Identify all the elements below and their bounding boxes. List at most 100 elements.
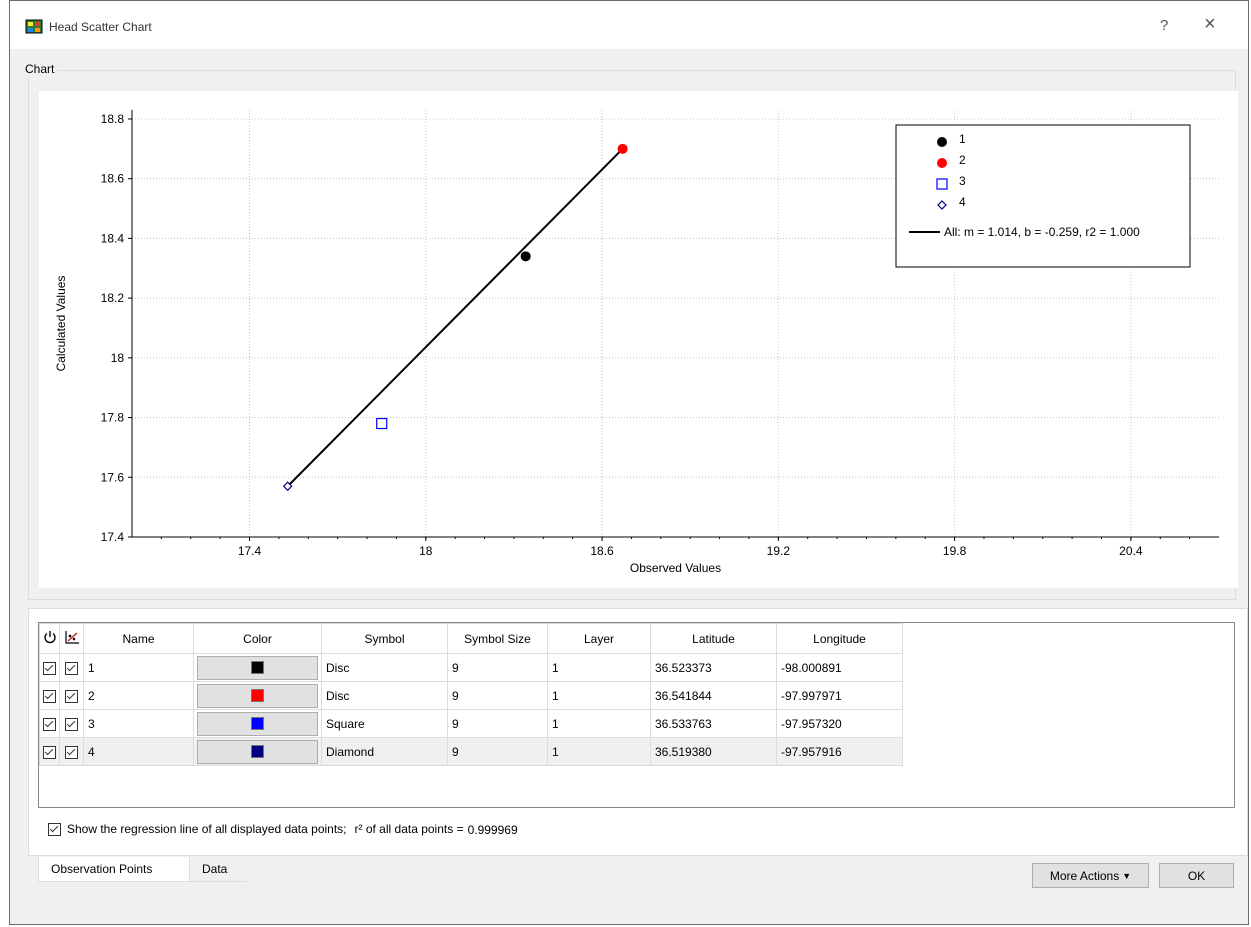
cell-layer[interactable]: 1 [547, 653, 651, 682]
visibility-checkbox[interactable] [43, 661, 56, 675]
dialog-window: Head Scatter Chart ? × Chart 17.4 17.6 17.… [9, 0, 1249, 925]
cell-name[interactable]: 4 [83, 737, 194, 766]
cell-color[interactable] [193, 681, 322, 710]
color-picker-button[interactable] [197, 683, 318, 708]
y-tick-label: 18.4 [101, 231, 125, 245]
x-tick-label: 20.4 [1119, 544, 1143, 558]
help-button[interactable]: ? [1160, 17, 1168, 34]
x-axis-title: Observed Values [630, 561, 721, 575]
legend-label: 4 [959, 195, 966, 209]
cell-name[interactable]: 3 [83, 709, 194, 738]
regression-line [286, 148, 624, 487]
cell-layer[interactable]: 1 [547, 681, 651, 710]
observation-table-container: Name Color Symbol Symbol Size Layer Lati… [38, 622, 1235, 808]
regression-line-label: Show the regression line of all displaye… [67, 822, 347, 836]
cell-longitude[interactable]: -98.000891 [776, 653, 903, 682]
table-row[interactable]: 3 Square 9 1 36.533763 -97.957320 [39, 709, 903, 738]
legend-label: 3 [959, 174, 966, 188]
tab-data[interactable]: Data [190, 857, 247, 882]
column-header-symbol[interactable]: Symbol [321, 623, 448, 654]
color-picker-button[interactable] [197, 739, 318, 764]
ok-button[interactable]: OK [1159, 863, 1234, 888]
include-cell[interactable] [59, 737, 84, 766]
cell-layer[interactable]: 1 [547, 709, 651, 738]
table-row[interactable]: 1 Disc 9 1 36.523373 -98.000891 [39, 653, 903, 682]
cell-name[interactable]: 2 [83, 681, 194, 710]
include-cell[interactable] [59, 709, 84, 738]
legend-marker-2 [937, 158, 947, 168]
title-bar: Head Scatter Chart ? × [10, 1, 1248, 49]
more-actions-button[interactable]: More Actions ▼ [1032, 863, 1149, 888]
cell-symbol-size[interactable]: 9 [447, 681, 548, 710]
data-point-3 [376, 417, 388, 430]
cell-symbol-size[interactable]: 9 [447, 737, 548, 766]
legend-label: 1 [959, 132, 966, 146]
color-picker-button[interactable] [197, 711, 318, 736]
column-header-latitude[interactable]: Latitude [650, 623, 777, 654]
tab-observation-points[interactable]: Observation Points [38, 857, 190, 882]
y-tick-label: 18.8 [101, 112, 125, 126]
app-icon [25, 19, 43, 34]
cell-symbol-size[interactable]: 9 [447, 653, 548, 682]
include-checkbox[interactable] [65, 689, 78, 703]
include-checkbox[interactable] [65, 661, 78, 675]
chart-plot-area: 17.4 17.6 17.8 18 18.2 18.4 18.6 18.8 17.4 18 18.6… [39, 91, 1238, 588]
table-row[interactable]: 2 Disc 9 1 36.541844 -97.997971 [39, 681, 903, 710]
column-header-longitude[interactable]: Longitude [776, 623, 903, 654]
cell-layer[interactable]: 1 [547, 737, 651, 766]
visibility-cell[interactable] [39, 709, 60, 738]
visibility-checkbox[interactable] [43, 745, 56, 759]
color-swatch [251, 689, 264, 702]
include-checkbox[interactable] [65, 717, 78, 731]
y-tick-label: 18.6 [101, 172, 125, 186]
cell-color[interactable] [193, 737, 322, 766]
y-tick-label: 17.6 [101, 470, 125, 484]
cell-longitude[interactable]: -97.957916 [776, 737, 903, 766]
visibility-header [39, 623, 60, 654]
cell-latitude[interactable]: 36.523373 [650, 653, 777, 682]
include-cell[interactable] [59, 653, 84, 682]
dropdown-arrow-icon: ▼ [1122, 870, 1132, 881]
visibility-cell[interactable] [39, 681, 60, 710]
cell-symbol[interactable]: Disc [321, 653, 448, 682]
cell-color[interactable] [193, 653, 322, 682]
cell-color[interactable] [193, 709, 322, 738]
cell-latitude[interactable]: 36.533763 [650, 709, 777, 738]
table-row[interactable]: 4 Diamond 9 1 36.519380 -97.957916 [39, 737, 903, 766]
include-cell[interactable] [59, 681, 84, 710]
y-tick-label: 17.4 [101, 530, 125, 544]
regression-line-checkbox[interactable] [48, 822, 61, 836]
cell-latitude[interactable]: 36.541844 [650, 681, 777, 710]
color-swatch [251, 661, 264, 674]
color-picker-button[interactable] [197, 655, 318, 680]
power-icon [43, 631, 56, 644]
observation-table: Name Color Symbol Symbol Size Layer Lati… [39, 623, 903, 766]
visibility-checkbox[interactable] [43, 689, 56, 703]
cell-longitude[interactable]: -97.997971 [776, 681, 903, 710]
close-button[interactable]: × [1204, 13, 1216, 36]
visibility-checkbox[interactable] [43, 717, 56, 731]
legend-label: 2 [959, 153, 966, 167]
x-tick-label: 17.4 [238, 544, 262, 558]
column-header-color[interactable]: Color [193, 623, 322, 654]
visibility-cell[interactable] [39, 737, 60, 766]
column-header-symbol-size[interactable]: Symbol Size [447, 623, 548, 654]
cell-symbol[interactable]: Square [321, 709, 448, 738]
x-tick-label: 19.2 [767, 544, 791, 558]
x-tick-label: 18.6 [590, 544, 614, 558]
cell-latitude[interactable]: 36.519380 [650, 737, 777, 766]
color-swatch [251, 745, 264, 758]
column-header-layer[interactable]: Layer [547, 623, 651, 654]
cell-name[interactable]: 1 [83, 653, 194, 682]
include-checkbox[interactable] [65, 745, 78, 759]
regression-option: Show the regression line of all displaye… [48, 822, 518, 837]
cell-symbol[interactable]: Disc [321, 681, 448, 710]
r2-value: 0.999969 [467, 823, 518, 837]
cell-symbol[interactable]: Diamond [321, 737, 448, 766]
scatter-chart: 17.4 17.6 17.8 18 18.2 18.4 18.6 18.8 17.4 18 18.6… [54, 110, 1219, 575]
visibility-cell[interactable] [39, 653, 60, 682]
cell-symbol-size[interactable]: 9 [447, 709, 548, 738]
column-header-name[interactable]: Name [83, 623, 194, 654]
cell-longitude[interactable]: -97.957320 [776, 709, 903, 738]
y-tick-label: 18.2 [101, 291, 125, 305]
